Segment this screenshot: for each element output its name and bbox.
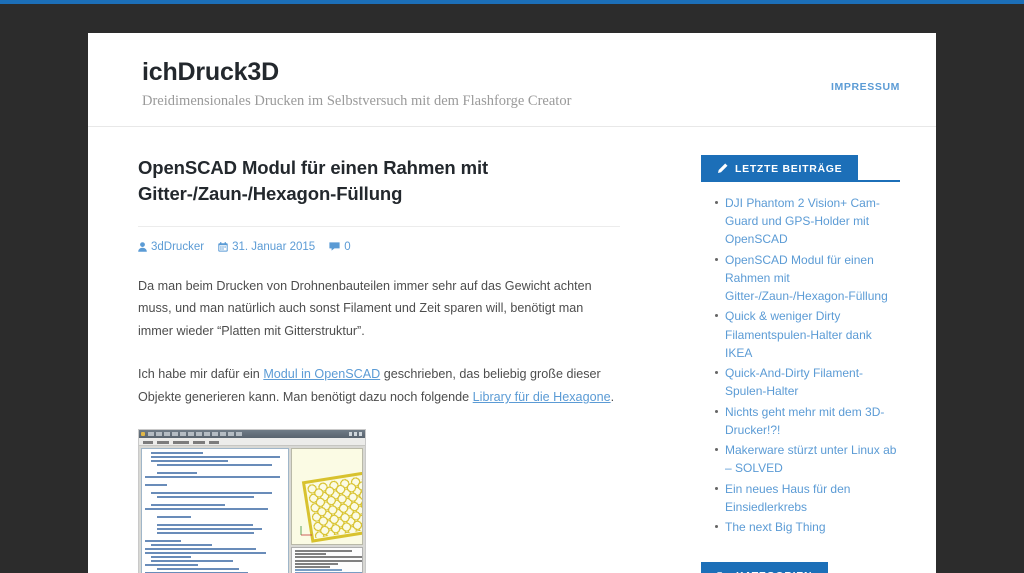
meta-author-label: 3dDrucker — [151, 240, 205, 253]
site-title: ichDruck3D — [142, 58, 279, 86]
pencil-icon — [717, 163, 728, 174]
list-item[interactable]: The next Big Thing — [715, 518, 900, 536]
main-column: OpenSCAD Modul für einen Rahmen mit Gitt… — [88, 127, 673, 573]
recent-post-link[interactable]: OpenSCAD Modul für einen Rahmen mit Gitt… — [725, 253, 888, 303]
para2-text-before: Ich habe mir dafür ein — [138, 367, 264, 382]
link-library-hexagone[interactable]: Library für die Hexagone — [473, 390, 611, 404]
meta-comments[interactable]: 0 — [329, 240, 351, 253]
axis-indicator — [300, 526, 312, 536]
recent-post-link[interactable]: Makerware stürzt unter Linux ab – SOLVED — [725, 443, 896, 475]
link-modul-openscad[interactable]: Modul in OpenSCAD — [263, 367, 380, 381]
recent-post-link[interactable]: DJI Phantom 2 Vision+ Cam-Guard und GPS-… — [725, 196, 880, 246]
widget-recent-posts-title: LETZTE BEITRÄGE — [735, 162, 843, 175]
recent-post-link[interactable]: Nichts geht mehr mit dem 3D-Drucker!?! — [725, 405, 884, 437]
article-paragraph-1: Da man beim Drucken von Drohnenbauteilen… — [138, 278, 592, 339]
list-item[interactable]: OpenSCAD Modul für einen Rahmen mit Gitt… — [715, 251, 900, 306]
recent-post-link[interactable]: Quick-And-Dirty Filament-Spulen-Halter — [725, 366, 863, 398]
widget-recent-posts: LETZTE BEITRÄGE DJI Phantom 2 Vision+ Ca… — [701, 155, 900, 536]
recent-post-link[interactable]: Quick & weniger Dirty Filamentspulen-Hal… — [725, 309, 872, 359]
site-header: ichDruck3D Dreidimensionales Drucken im … — [88, 33, 936, 127]
list-item[interactable]: Nichts geht mehr mit dem 3D-Drucker!?! — [715, 403, 900, 439]
list-item[interactable]: Makerware stürzt unter Linux ab – SOLVED — [715, 441, 900, 477]
recent-post-link[interactable]: The next Big Thing — [725, 520, 826, 534]
meta-author[interactable]: 3dDrucker — [138, 241, 204, 253]
openscad-3d-viewport[interactable] — [291, 448, 363, 546]
sidebar: LETZTE BEITRÄGE DJI Phantom 2 Vision+ Ca… — [673, 127, 936, 573]
openscad-screenshot[interactable] — [138, 429, 366, 573]
openscad-code-editor[interactable] — [141, 448, 289, 573]
article-meta: 3dDrucker 31. Januar 2015 0 — [138, 241, 673, 253]
widget-categories-header: KATEGORIEN — [701, 562, 900, 573]
meta-date-label: 31. Januar 2015 — [232, 240, 316, 253]
window-controls[interactable] — [349, 432, 363, 437]
top-accent-bar — [0, 0, 1024, 4]
list-item[interactable]: DJI Phantom 2 Vision+ Cam-Guard und GPS-… — [715, 194, 900, 249]
widget-recent-posts-tab: LETZTE BEITRÄGE — [701, 155, 859, 182]
content-columns: OpenSCAD Modul für einen Rahmen mit Gitt… — [88, 127, 936, 573]
meta-date: 31. Januar 2015 — [218, 241, 315, 253]
widget-categories-tab: KATEGORIEN — [701, 562, 829, 573]
openscad-app-icon — [141, 432, 145, 437]
widget-recent-posts-header: LETZTE BEITRÄGE — [701, 155, 900, 182]
meta-comments-count: 0 — [344, 240, 351, 253]
openscad-window-title — [148, 431, 243, 436]
widget-categories: KATEGORIEN 3D-Design (13) 3D-Drucken (22… — [701, 562, 900, 573]
recent-post-link[interactable]: Ein neues Haus für den Einsiedlerkrebs — [725, 482, 850, 514]
openscad-console[interactable] — [291, 547, 363, 573]
para2-text-after: . — [610, 390, 615, 405]
page-container: ichDruck3D Dreidimensionales Drucken im … — [88, 33, 936, 573]
comment-icon — [329, 242, 340, 251]
list-item[interactable]: Quick-And-Dirty Filament-Spulen-Halter — [715, 364, 900, 400]
list-item[interactable]: Quick & weniger Dirty Filamentspulen-Hal… — [715, 307, 900, 362]
title-divider — [138, 225, 620, 227]
recent-posts-list: DJI Phantom 2 Vision+ Cam-Guard und GPS-… — [701, 194, 900, 536]
article-title: OpenSCAD Modul für einen Rahmen mit Gitt… — [138, 157, 489, 205]
list-item[interactable]: Ein neues Haus für den Einsiedlerkrebs — [715, 480, 900, 516]
openscad-menubar[interactable] — [139, 438, 365, 447]
nav-link-impressum[interactable]: IMPRESSUM — [831, 81, 900, 93]
calendar-icon — [218, 241, 228, 252]
site-tagline: Dreidimensionales Drucken im Selbstversu… — [142, 93, 572, 109]
user-icon — [138, 241, 147, 252]
article-paragraph-2: Ich habe mir dafür ein Modul in OpenSCAD… — [138, 363, 616, 409]
openscad-titlebar — [139, 430, 365, 439]
